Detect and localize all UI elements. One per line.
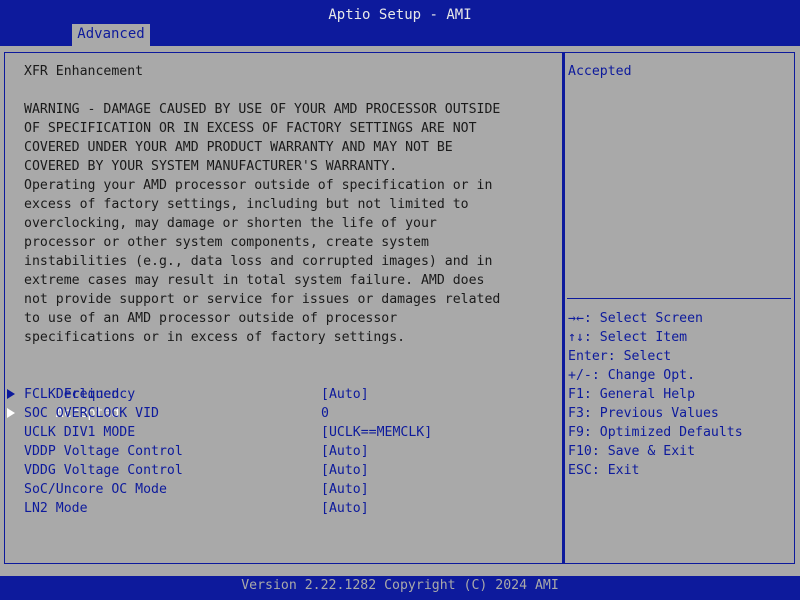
setting-ln2-mode[interactable]: LN2 Mode [Auto] <box>24 499 554 518</box>
settings-content: XFR Enhancement WARNING - DAMAGE CAUSED … <box>7 62 554 518</box>
app-title: Aptio Setup - AMI <box>328 7 472 23</box>
key-hint: F9: Optimized Defaults <box>568 425 743 440</box>
key-hint: F1: General Help <box>568 387 696 402</box>
page-heading: XFR Enhancement <box>24 64 144 79</box>
tab-advanced[interactable]: Advanced <box>72 24 150 46</box>
warning-line: specifications or in excess of factory s… <box>24 330 406 345</box>
option-declined[interactable]: Declined <box>7 347 554 402</box>
warning-line: not provide support or service for issue… <box>24 292 501 307</box>
setting-soc-uncore-oc-mode[interactable]: SoC/Uncore OC Mode [Auto] <box>24 480 554 499</box>
help-panel <box>563 52 795 564</box>
setting-value: [Auto] <box>321 444 369 459</box>
warning-line: processor or other system components, cr… <box>24 235 429 250</box>
setting-uclk-div1-mode[interactable]: UCLK DIV1 MODE [UCLK==MEMCLK] <box>24 423 554 442</box>
setting-value: 0 <box>321 406 329 421</box>
setting-soc-overclock-vid[interactable]: SOC OVERCLOCK VID 0 <box>24 404 554 423</box>
key-legend: →←: Select Screen ↑↓: Select Item Enter:… <box>568 309 743 480</box>
key-hint: +/-: Change Opt. <box>568 368 696 383</box>
key-hint: F3: Previous Values <box>568 406 719 421</box>
setting-label: VDDP Voltage Control <box>24 444 183 459</box>
setting-vddp-voltage-control[interactable]: VDDP Voltage Control [Auto] <box>24 442 554 461</box>
key-hint: ESC: Exit <box>568 463 640 478</box>
setting-value: [UCLK==MEMCLK] <box>321 425 433 440</box>
setting-label: LN2 Mode <box>24 501 88 516</box>
warning-line: Operating your AMD processor outside of … <box>24 178 493 193</box>
title-bar: Aptio Setup - AMI Advanced <box>0 0 800 46</box>
warning-line: overclocking, may damage or shorten the … <box>24 216 437 231</box>
setting-label: FCLK Frequency <box>24 387 136 402</box>
warning-line: OF SPECIFICATION OR IN EXCESS OF FACTORY… <box>24 121 477 136</box>
help-divider <box>567 298 791 299</box>
warning-line: COVERED BY YOUR SYSTEM MANUFACTURER'S WA… <box>24 159 398 174</box>
help-text: Accepted <box>568 64 632 79</box>
option-accepted[interactable]: Accepted <box>7 366 554 421</box>
setting-value: [Auto] <box>321 387 369 402</box>
warning-line: instabilities (e.g., data loss and corru… <box>24 254 493 269</box>
setting-value: [Auto] <box>321 482 369 497</box>
key-hint: F10: Save & Exit <box>568 444 696 459</box>
key-hint: →←: Select Screen <box>568 311 703 326</box>
setting-value: [Auto] <box>321 501 369 516</box>
version-footer: Version 2.22.1282 Copyright (C) 2024 AMI <box>0 576 800 600</box>
warning-line: to use of an AMD processor outside of pr… <box>24 311 398 326</box>
warning-line: excess of factory settings, including bu… <box>24 197 469 212</box>
warning-line: WARNING - DAMAGE CAUSED BY USE OF YOUR A… <box>24 102 501 117</box>
warning-line: extreme cases may result in total system… <box>24 273 485 288</box>
setting-label: VDDG Voltage Control <box>24 463 183 478</box>
setting-label: SoC/Uncore OC Mode <box>24 482 167 497</box>
setting-vddg-voltage-control[interactable]: VDDG Voltage Control [Auto] <box>24 461 554 480</box>
key-hint: ↑↓: Select Item <box>568 330 688 345</box>
warning-line: COVERED UNDER YOUR AMD PRODUCT WARRANTY … <box>24 140 453 155</box>
key-hint: Enter: Select <box>568 349 672 364</box>
submenu-arrow-icon <box>7 366 17 456</box>
setting-label: UCLK DIV1 MODE <box>24 425 136 440</box>
setting-value: [Auto] <box>321 463 369 478</box>
setting-label: SOC OVERCLOCK VID <box>24 406 159 421</box>
setting-fclk-frequency[interactable]: FCLK Frequency [Auto] <box>24 385 554 404</box>
